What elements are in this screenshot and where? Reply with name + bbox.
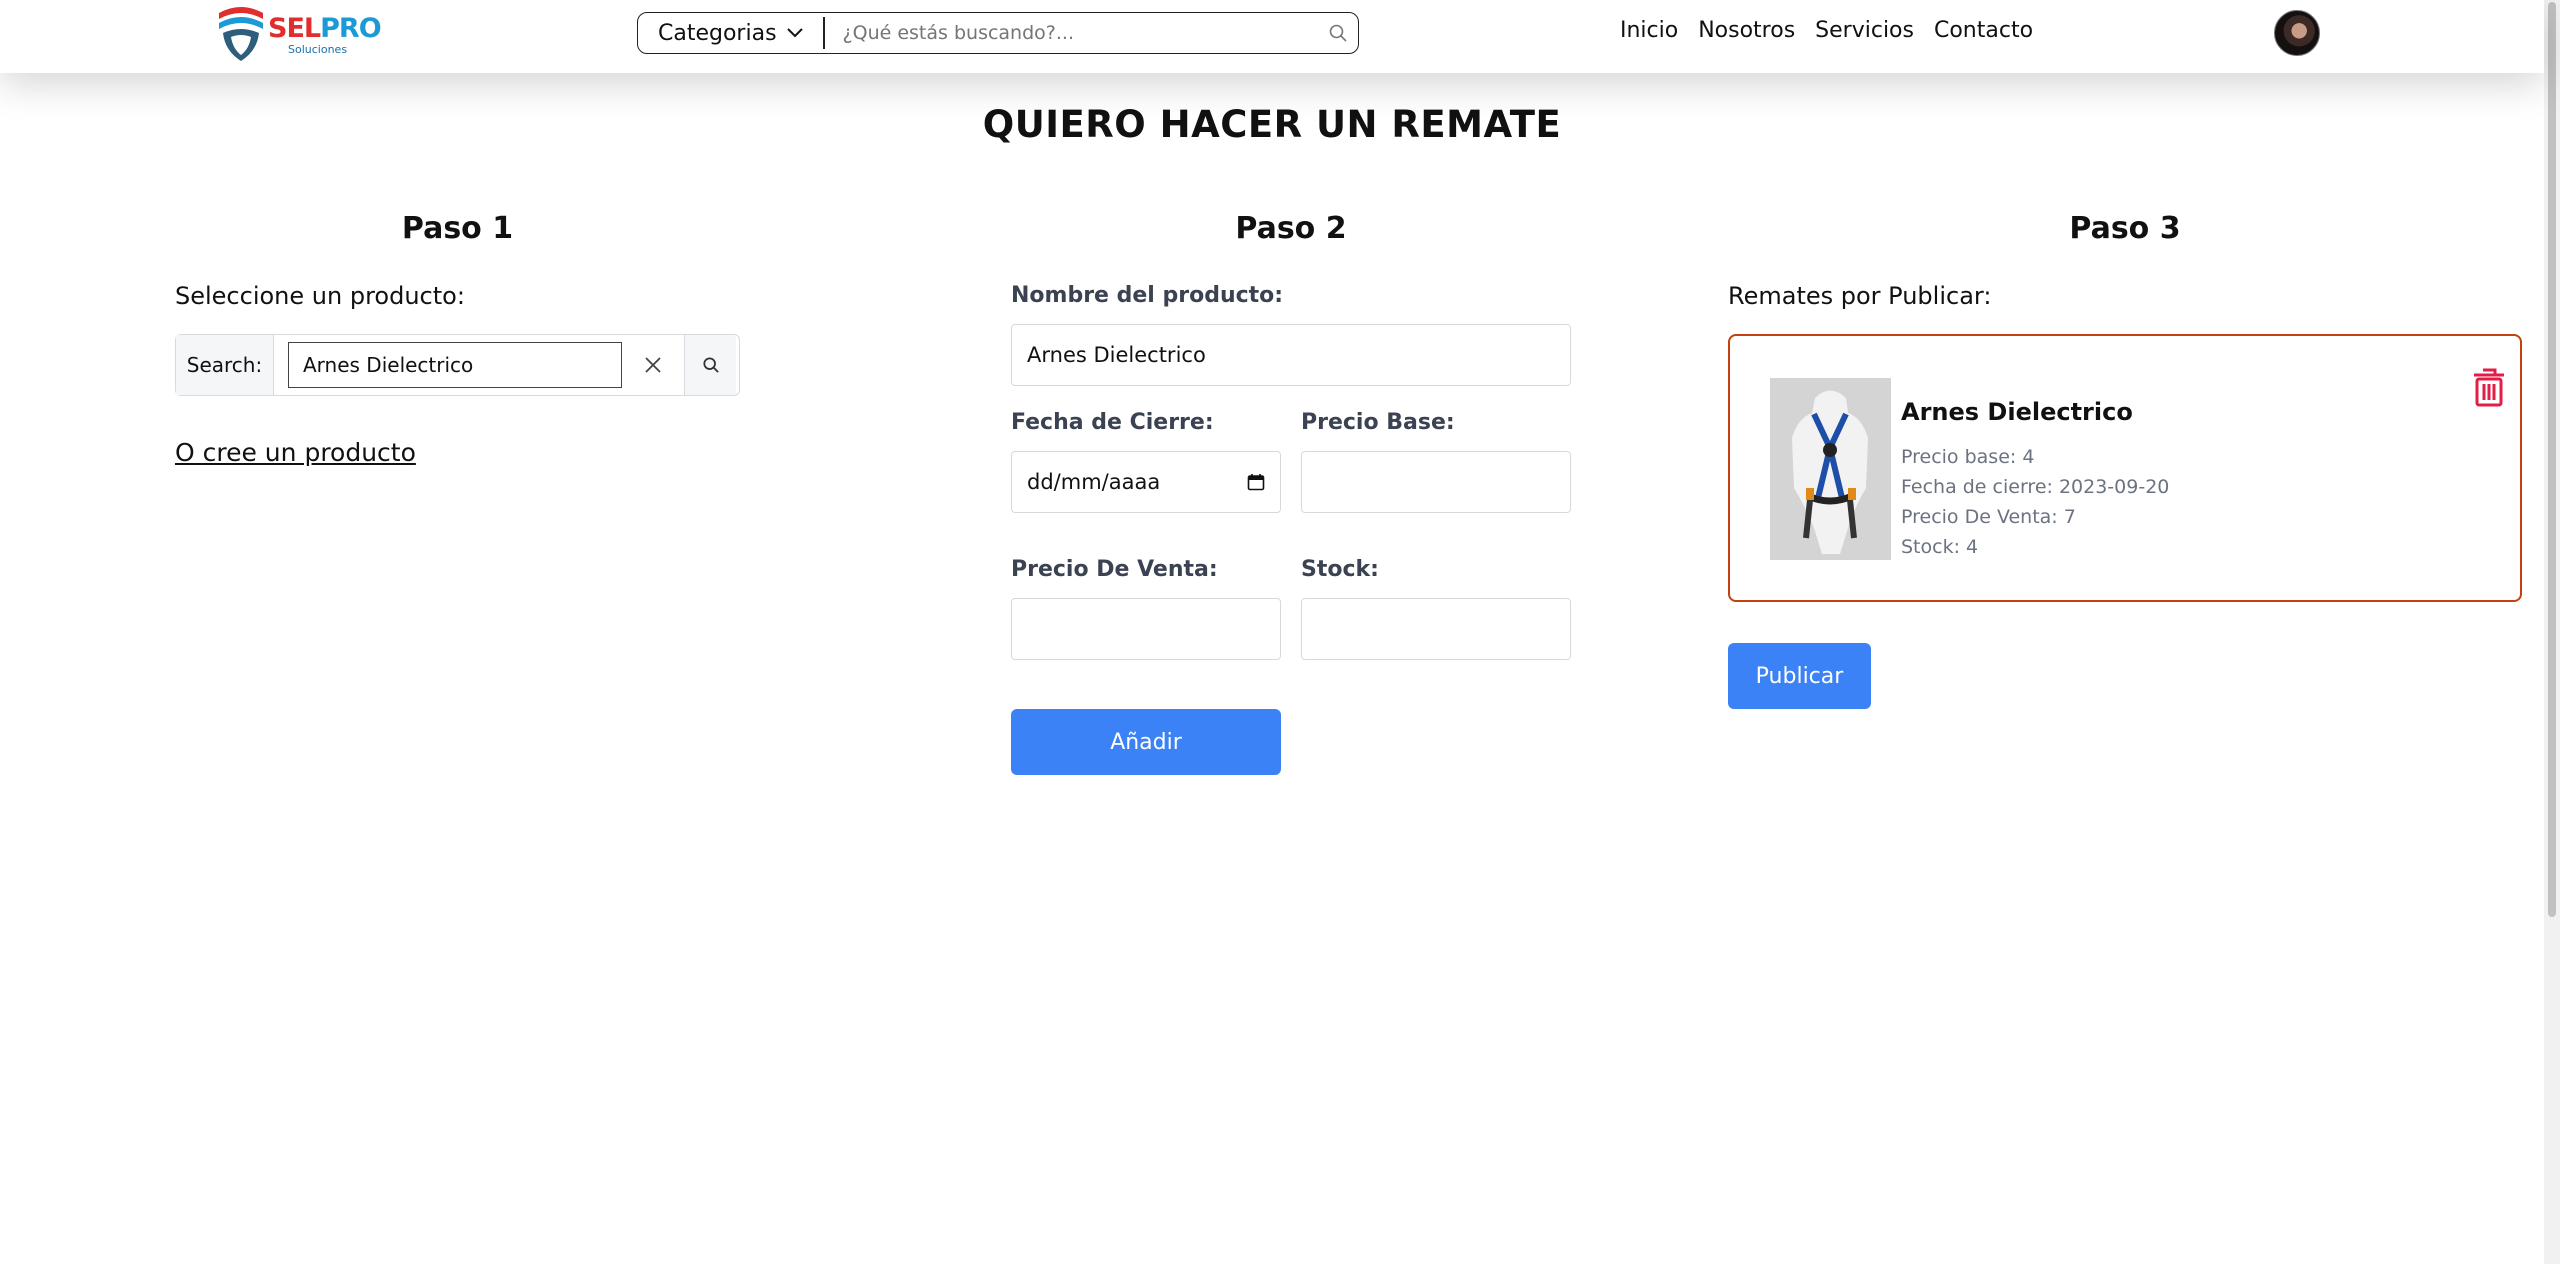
categories-dropdown[interactable]: Categorias — [638, 13, 823, 53]
publish-button[interactable]: Publicar — [1728, 643, 1871, 709]
trash-icon — [2474, 368, 2504, 407]
categories-label: Categorias — [658, 20, 777, 46]
header-search-bar: Categorias — [637, 12, 1359, 54]
base-price-label: Precio Base: — [1301, 410, 1455, 435]
auction-close-date: Fecha de cierre: 2023-09-20 — [1901, 476, 2170, 498]
product-image — [1770, 378, 1891, 560]
calendar-icon[interactable] — [1247, 473, 1265, 491]
nav-contacto[interactable]: Contacto — [1934, 18, 2033, 43]
search-icon — [702, 357, 719, 373]
page-title: QUIERO HACER UN REMATE — [982, 103, 1562, 146]
top-header: SELPRO Soluciones Categorias Inicio Noso… — [0, 0, 2544, 73]
pending-auctions-label: Remates por Publicar: — [1728, 282, 1992, 310]
search-label: Search: — [176, 335, 274, 395]
auction-product-name: Arnes Dielectrico — [1901, 398, 2133, 426]
selpro-logo[interactable]: SELPRO Soluciones — [213, 5, 382, 63]
sale-price-label: Precio De Venta: — [1011, 557, 1218, 582]
chevron-down-icon — [786, 28, 803, 38]
product-search-input[interactable] — [288, 342, 622, 388]
stock-label: Stock: — [1301, 557, 1379, 582]
sale-price-field[interactable] — [1011, 598, 1281, 660]
base-price-field[interactable] — [1301, 451, 1571, 513]
delete-auction-button[interactable] — [2472, 367, 2506, 411]
clear-search-button[interactable] — [622, 335, 684, 395]
shield-logo-icon — [219, 7, 263, 61]
nav-inicio[interactable]: Inicio — [1620, 18, 1678, 43]
user-avatar[interactable] — [2274, 10, 2320, 56]
close-date-label: Fecha de Cierre: — [1011, 410, 1214, 435]
product-name-label: Nombre del producto: — [1011, 283, 1284, 308]
brand-subtitle: Soluciones — [288, 43, 348, 56]
select-product-label: Seleccione un producto: — [175, 282, 465, 310]
auction-card: Arnes Dielectrico Precio base: 4 Fecha d… — [1728, 334, 2522, 602]
step2-title: Paso 2 — [1235, 211, 1347, 246]
search-icon — [1329, 24, 1347, 42]
auction-stock: Stock: 4 — [1901, 536, 1979, 558]
product-search-button[interactable] — [684, 335, 736, 395]
close-icon — [645, 357, 661, 373]
scrollbar-thumb[interactable] — [2548, 2, 2556, 917]
header-search-button[interactable] — [1318, 24, 1358, 42]
page-scrollbar[interactable] — [2544, 0, 2560, 1264]
nav-servicios[interactable]: Servicios — [1815, 18, 1914, 43]
step1-title: Paso 1 — [401, 211, 514, 246]
product-search-group: Search: — [175, 334, 740, 396]
close-date-field[interactable]: dd/mm/aaaa — [1011, 451, 1281, 513]
header-search-input[interactable] — [824, 22, 1318, 44]
nav-nosotros[interactable]: Nosotros — [1698, 18, 1795, 43]
step3-title: Paso 3 — [2069, 211, 2181, 246]
main-nav: Inicio Nosotros Servicios Contacto — [1620, 18, 2033, 43]
harness-product-image — [1770, 378, 1891, 560]
add-button[interactable]: Añadir — [1011, 709, 1281, 775]
brand-name: SELPRO — [268, 13, 382, 44]
close-date-placeholder: dd/mm/aaaa — [1027, 470, 1161, 494]
stock-field[interactable] — [1301, 598, 1571, 660]
create-product-link[interactable]: O cree un producto — [175, 438, 416, 467]
product-name-field[interactable]: Arnes Dielectrico — [1011, 324, 1571, 386]
auction-base-price: Precio base: 4 — [1901, 446, 2035, 468]
auction-sale-price: Precio De Venta: 7 — [1901, 506, 2076, 528]
